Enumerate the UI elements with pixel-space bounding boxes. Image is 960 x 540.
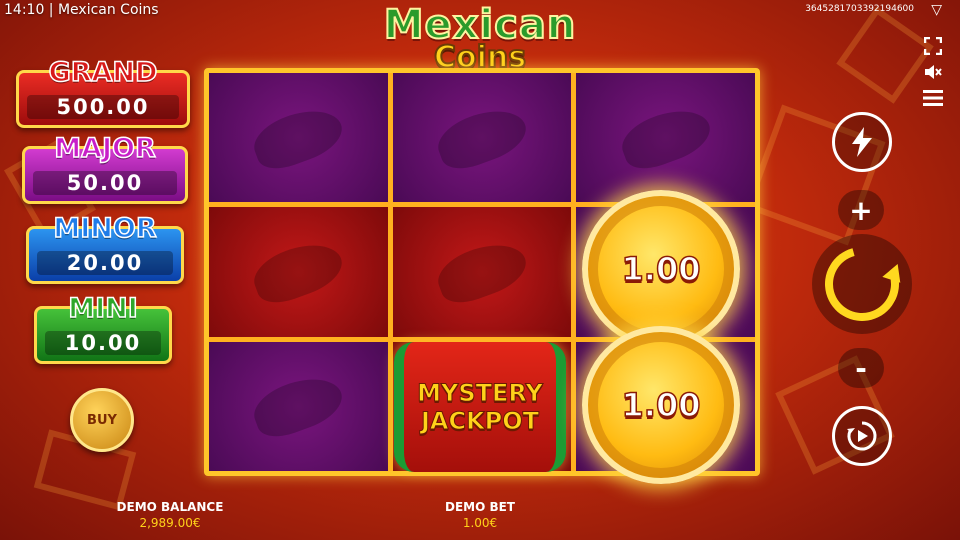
brand-logo-icon: ▽	[931, 2, 942, 18]
spin-icon	[811, 233, 913, 335]
autoplay-button[interactable]	[832, 406, 892, 466]
reel-cell	[209, 207, 388, 337]
jackpot-value: 20.00	[37, 251, 173, 275]
balance-label: DEMO BALANCE	[116, 500, 224, 514]
fullscreen-icon[interactable]	[922, 36, 944, 56]
jackpot-name: GRAND	[48, 56, 158, 89]
window-title: 14:10 | Mexican Coins	[4, 2, 159, 18]
balance-display: DEMO BALANCE 2,989.00€	[90, 500, 250, 530]
jackpot-name: MINOR	[53, 212, 158, 245]
decrease-bet-button[interactable]: -	[838, 348, 884, 388]
balance-value: 2,989.00€	[139, 516, 201, 530]
mystery-label: MYSTERY	[417, 379, 544, 408]
coin-value: 1.00	[621, 249, 701, 289]
spin-button[interactable]	[811, 233, 913, 335]
jackpot-minor: MINOR 20.00	[26, 212, 184, 284]
reel-cell	[392, 207, 572, 337]
sound-off-icon[interactable]	[922, 62, 944, 82]
bet-value: 1.00€	[462, 516, 498, 530]
chili-pepper-icon	[615, 99, 717, 176]
jackpot-major: MAJOR 50.00	[22, 132, 188, 204]
chili-pepper-icon	[247, 99, 349, 176]
chili-pepper-icon	[247, 234, 349, 310]
jackpot-name: MAJOR	[53, 132, 156, 165]
bet-label: DEMO BET	[444, 500, 515, 514]
session-id: 3645281703392194600	[805, 4, 914, 14]
bet-display: DEMO BET 1.00€	[400, 500, 560, 530]
jackpot-label: JACKPOT	[420, 407, 540, 436]
chili-pepper-icon	[431, 99, 533, 176]
top-right-icons	[922, 36, 944, 108]
reel-cell	[209, 341, 388, 471]
menu-icon[interactable]	[922, 88, 944, 108]
mystery-jackpot-symbol: MYSTERY JACKPOT	[394, 342, 566, 472]
background-decoration	[836, 6, 934, 104]
reel-cell	[209, 73, 388, 203]
buy-feature-button[interactable]: BUY	[70, 388, 134, 452]
coin-value: 1.00	[621, 385, 701, 425]
coin-symbol: 1.00	[582, 326, 740, 484]
jackpot-value: 50.00	[33, 171, 177, 195]
reel-cell	[576, 73, 755, 203]
autoplay-icon	[847, 421, 877, 451]
increase-bet-button[interactable]: +	[838, 190, 884, 230]
jackpot-grand: GRAND 500.00	[16, 56, 190, 128]
reel-cell	[392, 73, 572, 203]
turbo-button[interactable]	[832, 112, 892, 172]
chili-pepper-icon	[431, 234, 533, 310]
lightning-icon	[852, 127, 872, 157]
jackpot-mini: MINI 10.00	[34, 292, 172, 364]
jackpot-name: MINI	[67, 292, 138, 325]
chili-pepper-icon	[247, 368, 349, 445]
jackpot-value: 500.00	[27, 95, 179, 119]
jackpot-value: 10.00	[45, 331, 161, 355]
coin-symbol: 1.00	[582, 190, 740, 348]
buy-button-label: BUY	[87, 412, 117, 428]
